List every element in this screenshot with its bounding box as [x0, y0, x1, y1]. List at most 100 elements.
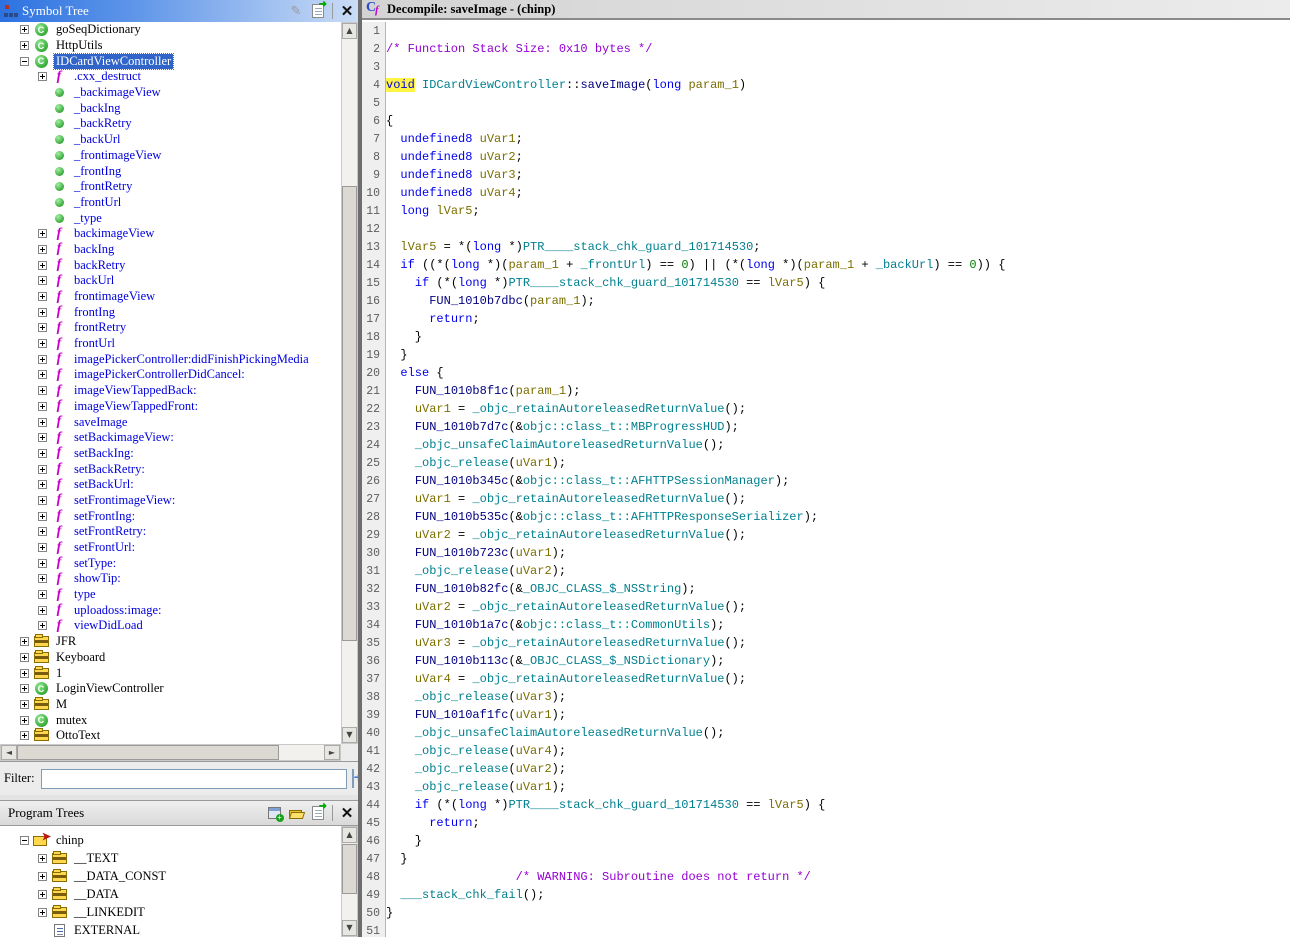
- code-line[interactable]: 10 undefined8 uVar4;: [362, 184, 1290, 202]
- tree-item[interactable]: fsetFrontimageView:: [0, 493, 341, 509]
- expand-toggle[interactable]: [20, 669, 29, 678]
- expand-toggle[interactable]: [38, 433, 47, 442]
- expand-toggle[interactable]: [38, 872, 47, 881]
- code-line[interactable]: 5: [362, 94, 1290, 112]
- expand-toggle[interactable]: [20, 700, 29, 709]
- code-line[interactable]: 15 if (*(long *)PTR____stack_chk_guard_1…: [362, 274, 1290, 292]
- tree-item[interactable]: fsetFrontRetry:: [0, 524, 341, 540]
- code-line[interactable]: 12: [362, 220, 1290, 238]
- tree-item[interactable]: _frontIng: [0, 163, 341, 179]
- code-line[interactable]: 3: [362, 58, 1290, 76]
- expand-toggle[interactable]: [20, 836, 29, 845]
- expand-toggle[interactable]: [38, 543, 47, 552]
- code-line[interactable]: 6{: [362, 112, 1290, 130]
- code-line[interactable]: 32 FUN_1010b82fc(&_OBJC_CLASS_$_NSString…: [362, 580, 1290, 598]
- expand-toggle[interactable]: [20, 637, 29, 646]
- expand-toggle[interactable]: [38, 559, 47, 568]
- tree-item[interactable]: fsetType:: [0, 555, 341, 571]
- code-line[interactable]: 19 }: [362, 346, 1290, 364]
- tree-item[interactable]: CLoginViewController: [0, 681, 341, 697]
- tree-item[interactable]: _backRetry: [0, 116, 341, 132]
- code-line[interactable]: 13 lVar5 = *(long *)PTR____stack_chk_gua…: [362, 238, 1290, 256]
- expand-toggle[interactable]: [20, 57, 29, 66]
- code-line[interactable]: 46 }: [362, 832, 1290, 850]
- expand-toggle[interactable]: [38, 418, 47, 427]
- expand-toggle[interactable]: [38, 308, 47, 317]
- open-folder-icon[interactable]: [286, 804, 306, 822]
- code-line[interactable]: 14 if ((*(long *)(param_1 + _frontUrl) =…: [362, 256, 1290, 274]
- scroll-right-button[interactable]: ►: [324, 745, 340, 760]
- code-line[interactable]: 23 FUN_1010b7d7c(&objc::class_t::MBProgr…: [362, 418, 1290, 436]
- tree-item[interactable]: fuploadoss:image:: [0, 602, 341, 618]
- code-line[interactable]: 34 FUN_1010b1a7c(&objc::class_t::CommonU…: [362, 616, 1290, 634]
- tree-item[interactable]: fbackIng: [0, 242, 341, 258]
- code-line[interactable]: 33 uVar2 = _objc_retainAutoreleasedRetur…: [362, 598, 1290, 616]
- code-line[interactable]: 42 _objc_release(uVar2);: [362, 760, 1290, 778]
- symbol-tree-hscrollbar[interactable]: ◄ ►: [0, 744, 341, 761]
- code-line[interactable]: 37 uVar4 = _objc_retainAutoreleasedRetur…: [362, 670, 1290, 688]
- expand-toggle[interactable]: [38, 72, 47, 81]
- new-tree-icon[interactable]: +: [264, 804, 284, 822]
- tree-item[interactable]: OttoText: [0, 728, 341, 744]
- tree-item[interactable]: ffrontUrl: [0, 336, 341, 352]
- close-icon[interactable]: ✕: [337, 2, 357, 20]
- code-line[interactable]: 20 else {: [362, 364, 1290, 382]
- tree-item[interactable]: fsaveImage: [0, 414, 341, 430]
- tree-item[interactable]: ffrontIng: [0, 304, 341, 320]
- code-line[interactable]: 4void IDCardViewController::saveImage(lo…: [362, 76, 1290, 94]
- tree-item[interactable]: ftype: [0, 587, 341, 603]
- code-line[interactable]: 43 _objc_release(uVar1);: [362, 778, 1290, 796]
- close-icon[interactable]: ✕: [337, 804, 357, 822]
- code-line[interactable]: 2/* Function Stack Size: 0x10 bytes */: [362, 40, 1290, 58]
- goto-symbol-icon[interactable]: ➜: [308, 2, 328, 20]
- code-line[interactable]: 18 }: [362, 328, 1290, 346]
- code-line[interactable]: 28 FUN_1010b535c(&objc::class_t::AFHTTPR…: [362, 508, 1290, 526]
- code-line[interactable]: 39 FUN_1010af1fc(uVar1);: [362, 706, 1290, 724]
- code-line[interactable]: 7 undefined8 uVar1;: [362, 130, 1290, 148]
- code-line[interactable]: 16 FUN_1010b7dbc(param_1);: [362, 292, 1290, 310]
- tree-item[interactable]: CHttpUtils: [0, 38, 341, 54]
- expand-toggle[interactable]: [38, 355, 47, 364]
- tree-item[interactable]: 1: [0, 665, 341, 681]
- tree-item[interactable]: ffrontimageView: [0, 289, 341, 305]
- program-trees-header[interactable]: Program Trees + ➜ ✕: [0, 800, 358, 826]
- tree-item[interactable]: fsetFrontUrl:: [0, 540, 341, 556]
- expand-toggle[interactable]: [38, 496, 47, 505]
- expand-toggle[interactable]: [38, 854, 47, 863]
- program-tree-vscrollbar[interactable]: ▲ ▼: [341, 826, 358, 937]
- expand-toggle[interactable]: [38, 590, 47, 599]
- tree-item[interactable]: fviewDidLoad: [0, 618, 341, 634]
- scroll-down-button[interactable]: ▼: [342, 920, 357, 936]
- tree-item[interactable]: ffrontRetry: [0, 320, 341, 336]
- scroll-up-button[interactable]: ▲: [342, 23, 357, 39]
- code-line[interactable]: 47 }: [362, 850, 1290, 868]
- code-line[interactable]: 17 return;: [362, 310, 1290, 328]
- code-line[interactable]: 22 uVar1 = _objc_retainAutoreleasedRetur…: [362, 400, 1290, 418]
- tree-item[interactable]: fsetBackUrl:: [0, 477, 341, 493]
- expand-toggle[interactable]: [38, 386, 47, 395]
- code-line[interactable]: 48 /* WARNING: Subroutine does not retur…: [362, 868, 1290, 886]
- tree-item[interactable]: __TEXT: [0, 849, 341, 867]
- tree-item[interactable]: EXTERNAL: [0, 921, 341, 937]
- goto-icon[interactable]: ➜: [308, 804, 328, 822]
- expand-toggle[interactable]: [38, 908, 47, 917]
- expand-toggle[interactable]: [38, 261, 47, 270]
- expand-toggle[interactable]: [38, 276, 47, 285]
- expand-toggle[interactable]: [20, 653, 29, 662]
- expand-toggle[interactable]: [20, 25, 29, 34]
- tree-item[interactable]: fbackimageView: [0, 226, 341, 242]
- code-line[interactable]: 36 FUN_1010b113c(&_OBJC_CLASS_$_NSDictio…: [362, 652, 1290, 670]
- code-line[interactable]: 1: [362, 22, 1290, 40]
- tree-item[interactable]: JFR: [0, 634, 341, 650]
- code-line[interactable]: 26 FUN_1010b345c(&objc::class_t::AFHTTPS…: [362, 472, 1290, 490]
- expand-toggle[interactable]: [20, 41, 29, 50]
- tree-item[interactable]: _backimageView: [0, 85, 341, 101]
- code-line[interactable]: 41 _objc_release(uVar4);: [362, 742, 1290, 760]
- code-line[interactable]: 30 FUN_1010b723c(uVar1);: [362, 544, 1290, 562]
- tree-item[interactable]: fsetFrontIng:: [0, 508, 341, 524]
- expand-toggle[interactable]: [38, 606, 47, 615]
- expand-toggle[interactable]: [38, 323, 47, 332]
- code-line[interactable]: 29 uVar2 = _objc_retainAutoreleasedRetur…: [362, 526, 1290, 544]
- tree-item[interactable]: fimagePickerControllerDidCancel:: [0, 367, 341, 383]
- code-line[interactable]: 8 undefined8 uVar2;: [362, 148, 1290, 166]
